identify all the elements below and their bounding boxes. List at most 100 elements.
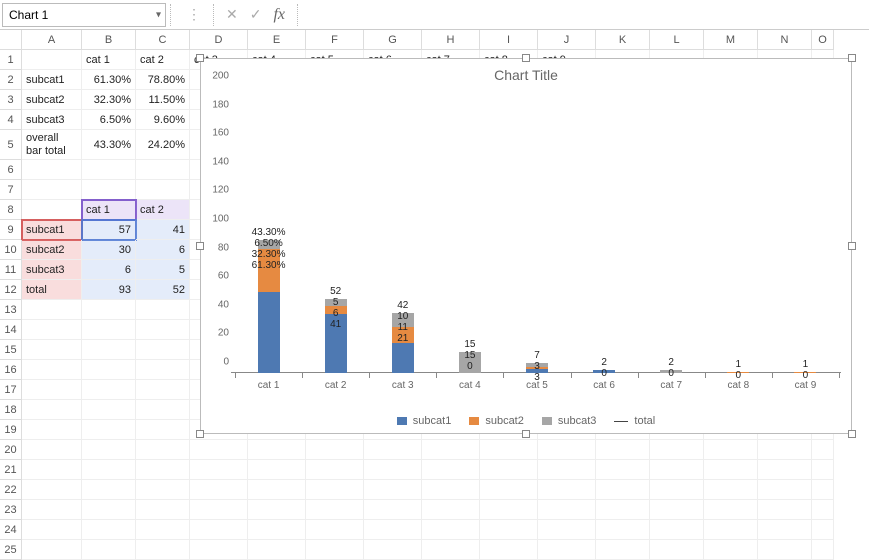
cell[interactable]: [538, 440, 596, 460]
cell[interactable]: [136, 460, 190, 480]
cell[interactable]: [364, 480, 422, 500]
row-header[interactable]: 3: [0, 90, 22, 110]
cell[interactable]: [596, 500, 650, 520]
col-header-K[interactable]: K: [596, 30, 650, 50]
cell[interactable]: overall bar total: [22, 130, 82, 160]
row-header[interactable]: 25: [0, 540, 22, 560]
cell[interactable]: [758, 460, 812, 480]
cell[interactable]: [364, 440, 422, 460]
col-header-E[interactable]: E: [248, 30, 306, 50]
cell[interactable]: subcat2: [22, 240, 82, 260]
col-header-D[interactable]: D: [190, 30, 248, 50]
col-header-C[interactable]: C: [136, 30, 190, 50]
cell[interactable]: 9.60%: [136, 110, 190, 130]
cell[interactable]: [136, 300, 190, 320]
cell[interactable]: [480, 520, 538, 540]
cell[interactable]: [704, 520, 758, 540]
legend-item[interactable]: subcat2: [469, 415, 524, 427]
cell[interactable]: [82, 340, 136, 360]
col-header-A[interactable]: A: [22, 30, 82, 50]
name-box[interactable]: Chart 1 ▾: [2, 3, 166, 27]
col-header-J[interactable]: J: [538, 30, 596, 50]
cell[interactable]: [650, 500, 704, 520]
cell[interactable]: [82, 540, 136, 560]
cell[interactable]: [82, 160, 136, 180]
col-header-B[interactable]: B: [82, 30, 136, 50]
cell[interactable]: [22, 540, 82, 560]
legend-item[interactable]: total: [614, 415, 655, 427]
cell[interactable]: subcat3: [22, 110, 82, 130]
bar-segment[interactable]: [258, 292, 280, 374]
cell[interactable]: [190, 480, 248, 500]
cell[interactable]: [306, 460, 364, 480]
cell[interactable]: [22, 160, 82, 180]
cell[interactable]: [136, 320, 190, 340]
chart-plot-area[interactable]: 020406080100120140160180200 cat 143.30%6…: [231, 89, 841, 373]
cell[interactable]: [364, 540, 422, 560]
row-header[interactable]: 24: [0, 520, 22, 540]
cell[interactable]: 61.30%: [82, 70, 136, 90]
col-header-H[interactable]: H: [422, 30, 480, 50]
cell[interactable]: [422, 540, 480, 560]
cell[interactable]: [306, 520, 364, 540]
cell[interactable]: [758, 440, 812, 460]
cell[interactable]: [82, 300, 136, 320]
accept-icon[interactable]: ✓: [250, 6, 262, 23]
cell[interactable]: [82, 420, 136, 440]
row-header[interactable]: 19: [0, 420, 22, 440]
cell[interactable]: [812, 540, 834, 560]
cell[interactable]: [248, 440, 306, 460]
cell[interactable]: [248, 460, 306, 480]
cell[interactable]: [190, 440, 248, 460]
cell[interactable]: [422, 480, 480, 500]
cell[interactable]: [480, 460, 538, 480]
cell[interactable]: [650, 540, 704, 560]
cell[interactable]: [22, 400, 82, 420]
resize-handle[interactable]: [848, 430, 856, 438]
cell[interactable]: [190, 460, 248, 480]
cell[interactable]: [812, 440, 834, 460]
cell[interactable]: [248, 480, 306, 500]
fx-icon[interactable]: fx: [273, 6, 285, 24]
cell[interactable]: 43.30%: [82, 130, 136, 160]
cell[interactable]: [480, 440, 538, 460]
cell[interactable]: [22, 480, 82, 500]
cell[interactable]: [306, 480, 364, 500]
cell[interactable]: [22, 440, 82, 460]
cell[interactable]: [480, 480, 538, 500]
row-header[interactable]: 2: [0, 70, 22, 90]
cell[interactable]: [364, 500, 422, 520]
cell[interactable]: total: [22, 280, 82, 300]
row-header[interactable]: 1: [0, 50, 22, 70]
cell[interactable]: [22, 340, 82, 360]
cell[interactable]: [306, 440, 364, 460]
select-all-corner[interactable]: [0, 30, 22, 50]
resize-handle[interactable]: [196, 54, 204, 62]
cell[interactable]: [22, 200, 82, 220]
cell[interactable]: 78.80%: [136, 70, 190, 90]
cell[interactable]: [136, 520, 190, 540]
resize-handle[interactable]: [522, 430, 530, 438]
resize-handle[interactable]: [848, 54, 856, 62]
legend-item[interactable]: subcat1: [397, 415, 452, 427]
cell[interactable]: [82, 400, 136, 420]
cell[interactable]: [596, 520, 650, 540]
col-header-O[interactable]: O: [812, 30, 834, 50]
cell[interactable]: [422, 440, 480, 460]
cell[interactable]: [190, 520, 248, 540]
cell[interactable]: [22, 460, 82, 480]
cell[interactable]: [136, 340, 190, 360]
col-header-N[interactable]: N: [758, 30, 812, 50]
cell[interactable]: [82, 480, 136, 500]
cell[interactable]: subcat1: [22, 220, 82, 240]
cell[interactable]: 6.50%: [82, 110, 136, 130]
row-header[interactable]: 8: [0, 200, 22, 220]
cell[interactable]: 11.50%: [136, 90, 190, 110]
chart-title[interactable]: Chart Title: [201, 67, 851, 83]
resize-handle[interactable]: [196, 430, 204, 438]
cell[interactable]: [758, 480, 812, 500]
row-header[interactable]: 6: [0, 160, 22, 180]
row-header[interactable]: 14: [0, 320, 22, 340]
cell[interactable]: [596, 460, 650, 480]
cell[interactable]: [758, 540, 812, 560]
